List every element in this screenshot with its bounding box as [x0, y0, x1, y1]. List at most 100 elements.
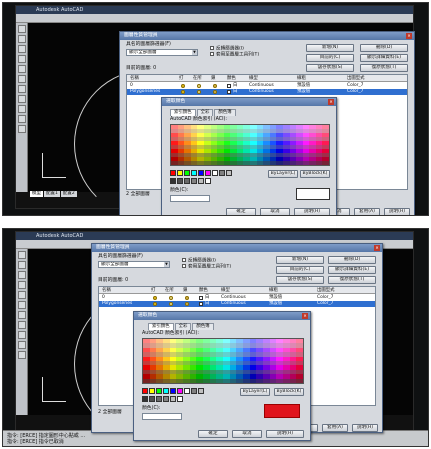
- ellipse-tool-icon[interactable]: [17, 95, 26, 103]
- color-swatch[interactable]: [191, 178, 197, 184]
- sun-icon[interactable]: [169, 302, 173, 306]
- show-details-button[interactable]: 顯示詳細資料(E): [328, 266, 376, 274]
- palette-swatch[interactable]: [256, 378, 263, 383]
- palette-swatch[interactable]: [289, 161, 297, 165]
- line-tool-icon[interactable]: [17, 25, 26, 33]
- color-swatch[interactable]: [177, 388, 183, 394]
- delete-layer-button[interactable]: 刪除(D): [328, 256, 376, 264]
- col-freeze[interactable]: 在所: [193, 75, 202, 82]
- tab-color-books[interactable]: 顏色簿: [192, 323, 214, 330]
- col-on[interactable]: 打: [151, 287, 155, 294]
- palette-swatch[interactable]: [217, 161, 224, 165]
- palette-swatch[interactable]: [276, 161, 283, 165]
- color-swatch[interactable]: [198, 388, 204, 394]
- bulb-icon[interactable]: [181, 90, 185, 94]
- palette-swatch[interactable]: [182, 378, 190, 383]
- color-swatch[interactable]: [177, 170, 183, 176]
- palette-swatch[interactable]: [229, 378, 237, 383]
- byblock-button[interactable]: ByBlock(K): [300, 170, 330, 178]
- palette-swatch[interactable]: [296, 161, 303, 165]
- palette-swatch[interactable]: [236, 161, 244, 165]
- tab-model[interactable]: 模型: [30, 191, 43, 197]
- col-on[interactable]: 打: [179, 75, 183, 82]
- color-swatch[interactable]: [205, 170, 211, 176]
- close-icon[interactable]: ✕: [328, 99, 334, 105]
- restore-state-button[interactable]: 復原狀態(T): [328, 276, 376, 284]
- palette-swatch[interactable]: [242, 378, 250, 383]
- palette-swatch[interactable]: [263, 161, 270, 165]
- rectangle-tool-icon[interactable]: [17, 281, 26, 289]
- set-current-button[interactable]: 目前的(C): [306, 54, 354, 62]
- close-icon[interactable]: ✕: [374, 245, 380, 251]
- col-lineweight[interactable]: 線粗: [297, 75, 306, 82]
- tab-color-books[interactable]: 顏色簿: [214, 109, 236, 116]
- palette-swatch[interactable]: [243, 161, 250, 165]
- standard-colors[interactable]: [142, 388, 204, 394]
- color-swatch[interactable]: [163, 388, 169, 394]
- palette-swatch[interactable]: [249, 378, 257, 383]
- color-value-input[interactable]: [170, 195, 210, 202]
- tab-layout2[interactable]: 配置2: [60, 191, 77, 197]
- bulb-icon[interactable]: [153, 296, 157, 300]
- tab-index-color[interactable]: 索引顏色: [148, 323, 174, 330]
- palette-swatch[interactable]: [269, 161, 277, 165]
- standard-colors[interactable]: [170, 170, 232, 176]
- apply-button[interactable]: 套用(A): [354, 208, 380, 215]
- color-swatch[interactable]: [227, 84, 231, 88]
- new-layer-button[interactable]: 新增(N): [306, 44, 354, 52]
- bulb-icon[interactable]: [153, 302, 157, 306]
- palette-swatch[interactable]: [197, 161, 204, 165]
- hatch-tool-icon[interactable]: [17, 115, 26, 123]
- palette-swatch[interactable]: [309, 161, 316, 165]
- palette-swatch[interactable]: [171, 161, 178, 165]
- col-plotstyle[interactable]: 出圖型式: [317, 287, 335, 294]
- color-swatch[interactable]: [170, 396, 176, 402]
- color-swatch[interactable]: [198, 178, 204, 184]
- polyline-tool-icon[interactable]: [17, 261, 26, 269]
- color-swatch[interactable]: [226, 170, 232, 176]
- save-state-button[interactable]: 儲存狀態(S): [276, 276, 324, 284]
- color-swatch[interactable]: [205, 178, 211, 184]
- polygon-tool-icon[interactable]: [17, 45, 26, 53]
- color-swatch[interactable]: [142, 396, 148, 402]
- color-help-button[interactable]: 說明(H): [294, 208, 330, 215]
- palette-swatch[interactable]: [209, 378, 217, 383]
- palette-swatch[interactable]: [189, 378, 197, 383]
- color-swatch[interactable]: [170, 170, 176, 176]
- palette-swatch[interactable]: [177, 161, 185, 165]
- color-swatch[interactable]: [227, 90, 231, 94]
- palette-swatch[interactable]: [190, 161, 198, 165]
- set-current-button[interactable]: 目前的(C): [276, 266, 324, 274]
- palette-swatch[interactable]: [296, 378, 303, 383]
- color-swatch[interactable]: [156, 396, 162, 402]
- palette-swatch[interactable]: [143, 378, 150, 383]
- palette-swatch[interactable]: [282, 378, 290, 383]
- col-lineweight[interactable]: 線粗: [269, 287, 278, 294]
- draw-toolbar[interactable]: [16, 249, 28, 415]
- tab-layout1[interactable]: 配置1: [44, 191, 60, 197]
- palette-swatch[interactable]: [156, 378, 163, 383]
- color-swatch[interactable]: [199, 296, 203, 300]
- close-icon[interactable]: ✕: [302, 313, 308, 319]
- aci-palette[interactable]: [170, 124, 330, 166]
- palette-swatch[interactable]: [203, 161, 211, 165]
- palette-swatch[interactable]: [162, 378, 170, 383]
- tab-true-color[interactable]: 全彩: [174, 323, 192, 330]
- sun-icon[interactable]: [169, 296, 173, 300]
- text-tool-icon[interactable]: [17, 125, 26, 133]
- color-swatch[interactable]: [199, 302, 203, 306]
- color-swatch[interactable]: [177, 396, 183, 402]
- palette-swatch[interactable]: [289, 378, 297, 383]
- save-state-button[interactable]: 儲存狀態(S): [306, 64, 354, 72]
- color-swatch[interactable]: [219, 170, 225, 176]
- palette-swatch[interactable]: [222, 378, 230, 383]
- sun-icon[interactable]: [197, 84, 201, 88]
- arc-tool-icon[interactable]: [17, 291, 26, 299]
- color-cancel-button[interactable]: 取消: [232, 430, 262, 438]
- color-swatch[interactable]: [156, 388, 162, 394]
- palette-swatch[interactable]: [202, 378, 210, 383]
- color-swatch[interactable]: [191, 170, 197, 176]
- color-cancel-button[interactable]: 取消: [260, 208, 290, 215]
- circle-tool-icon[interactable]: [17, 301, 26, 309]
- col-lock[interactable]: 鎖: [211, 75, 215, 82]
